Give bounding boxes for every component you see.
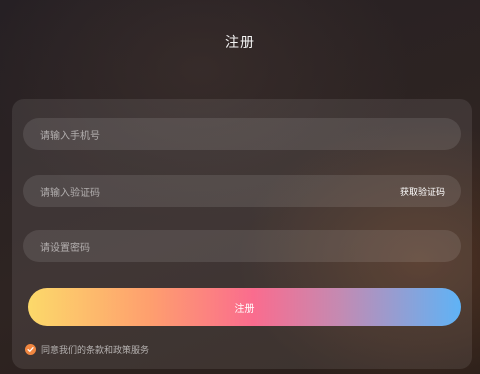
phone-input[interactable]: 请输入手机号 [23,118,461,150]
agreement-text: 同意我们的条款和政策服务 [41,346,150,356]
phone-input-placeholder: 请输入手机号 [40,130,100,142]
register-button[interactable]: 注册 [28,288,461,326]
page-title: 注册 [225,35,255,51]
get-code-button[interactable]: 获取验证码 [400,185,445,198]
verification-code-input[interactable]: 请输入验证码 获取验证码 [23,175,461,207]
verification-code-placeholder: 请输入验证码 [40,187,100,199]
agreement-row[interactable]: 同意我们的条款和政策服务 [25,343,149,356]
password-input-placeholder: 请设置密码 [40,242,90,254]
check-circle-icon[interactable] [25,344,36,355]
password-input[interactable]: 请设置密码 [23,230,461,262]
